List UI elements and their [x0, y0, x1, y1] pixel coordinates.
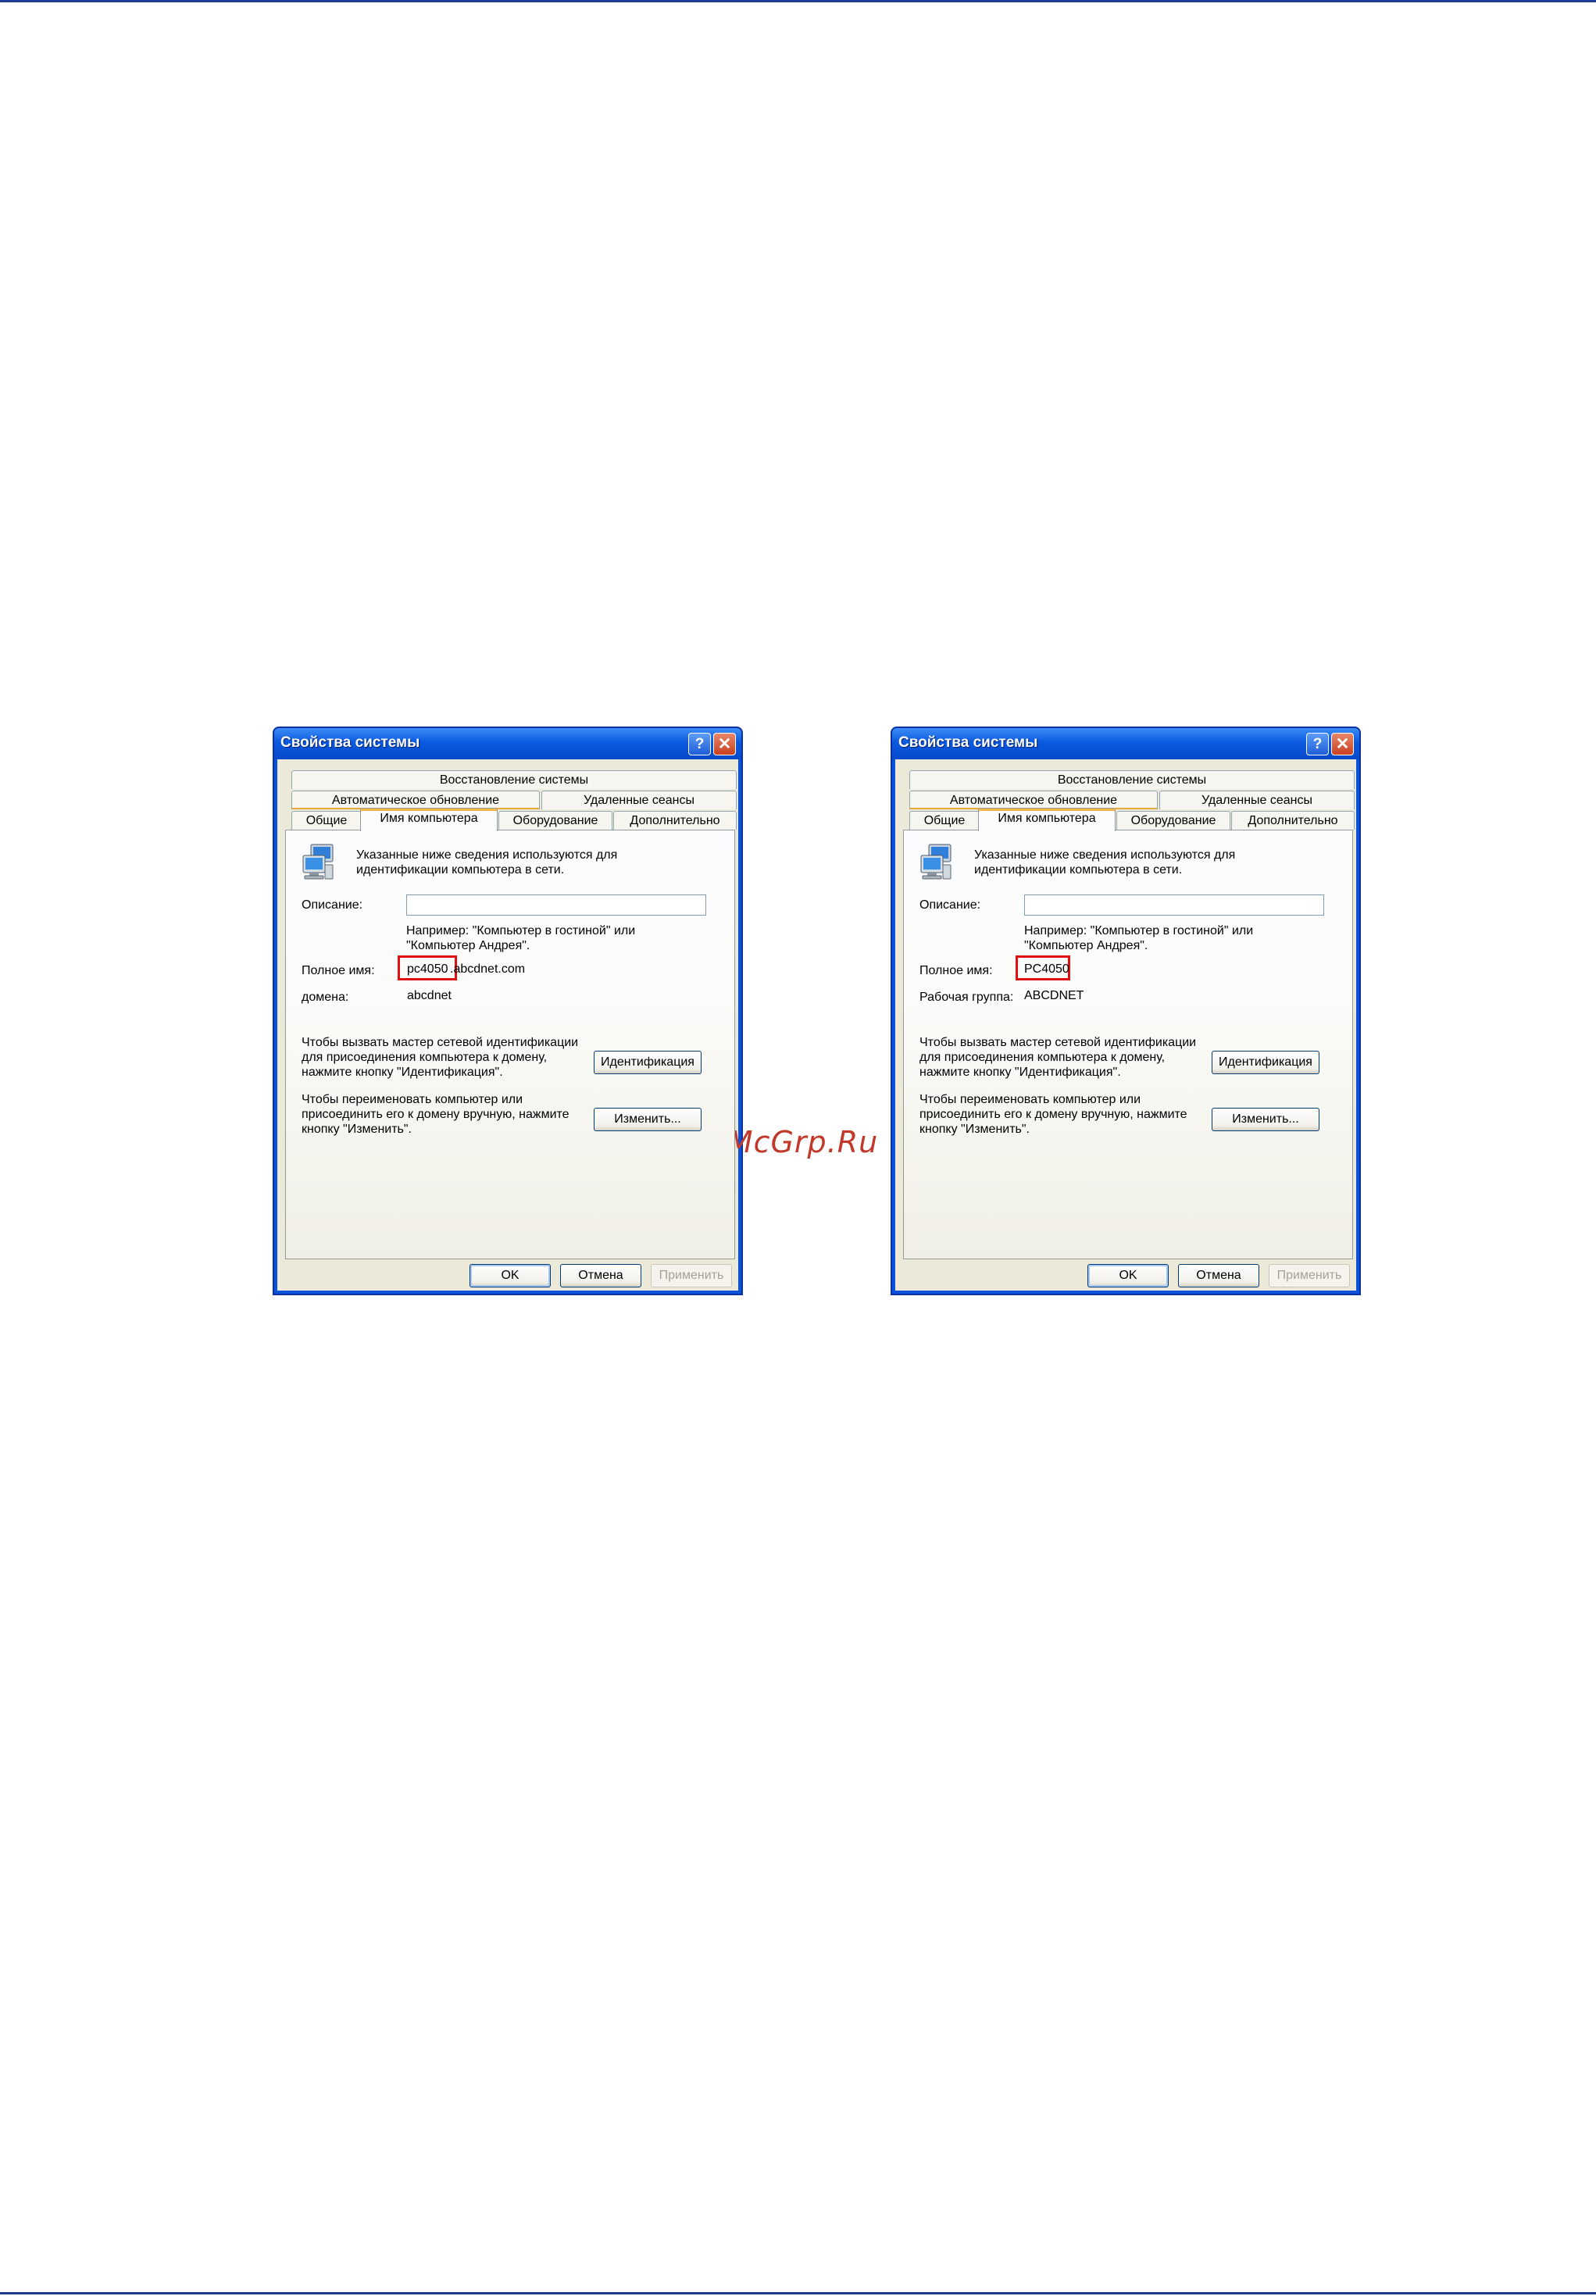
title-bar[interactable]: Свойства системы ? ✕	[274, 728, 741, 759]
wizard-text-line3: нажмите кнопку "Идентификация".	[302, 1066, 503, 1079]
domain-label: домена:	[302, 991, 349, 1004]
info-text-line1: Указанные ниже сведения используются для	[356, 848, 618, 862]
tab-computer-name[interactable]: Имя компьютера	[360, 808, 498, 831]
cancel-button[interactable]: Отмена	[1178, 1264, 1259, 1287]
tab-advanced[interactable]: Дополнительно	[1231, 811, 1355, 830]
ok-button[interactable]: OK	[470, 1264, 551, 1287]
system-properties-dialog-domain: Свойства системы ? ✕ Восстановление сист…	[273, 727, 743, 1295]
description-input[interactable]	[406, 894, 706, 916]
wizard-text-line2: для присоединения компьютера к домену,	[302, 1051, 548, 1064]
domain-value: abcdnet	[407, 989, 452, 1002]
example-text-line2: "Компьютер Андрея".	[1024, 939, 1148, 952]
computer-name-panel: Указанные ниже сведения используются для…	[903, 830, 1353, 1259]
help-icon: ?	[694, 735, 705, 752]
example-text-line1: Например: "Компьютер в гостиной" или	[406, 924, 636, 937]
rename-text-line2: присоединить его к домену вручную, нажми…	[919, 1108, 1187, 1121]
workgroup-value: ABCDNET	[1024, 989, 1084, 1002]
identification-button[interactable]: Идентификация	[1212, 1051, 1319, 1074]
tab-automatic-updates[interactable]: Автоматическое обновление	[291, 791, 540, 809]
wizard-text-line3: нажмите кнопку "Идентификация".	[919, 1066, 1121, 1079]
close-icon: ✕	[1335, 735, 1350, 753]
apply-button[interactable]: Применить	[1269, 1264, 1350, 1287]
full-name-label: Полное имя:	[919, 964, 993, 977]
computer-name-panel: Указанные ниже сведения используются для…	[285, 830, 735, 1259]
apply-button[interactable]: Применить	[651, 1264, 732, 1287]
tab-system-restore[interactable]: Восстановление системы	[291, 770, 737, 789]
change-button[interactable]: Изменить...	[594, 1108, 702, 1131]
wizard-text-line2: для присоединения компьютера к домену,	[919, 1051, 1166, 1064]
help-button[interactable]: ?	[1306, 733, 1329, 755]
title-bar[interactable]: Свойства системы ? ✕	[892, 728, 1359, 759]
tab-general[interactable]: Общие	[291, 811, 362, 830]
example-text-line1: Например: "Компьютер в гостиной" или	[1024, 924, 1254, 937]
wizard-text-line1: Чтобы вызвать мастер сетевой идентификац…	[919, 1036, 1197, 1049]
tab-system-restore[interactable]: Восстановление системы	[909, 770, 1355, 789]
tab-advanced[interactable]: Дополнительно	[613, 811, 737, 830]
description-label: Описание:	[302, 898, 363, 912]
system-properties-dialog-workgroup: Свойства системы ? ✕ Восстановление сист…	[891, 727, 1361, 1295]
full-name-host: PC4050	[1024, 962, 1069, 976]
close-button[interactable]: ✕	[1331, 733, 1354, 755]
close-icon: ✕	[717, 735, 732, 753]
info-text-line1: Указанные ниже сведения используются для	[974, 848, 1236, 862]
ok-button[interactable]: OK	[1087, 1264, 1169, 1287]
tab-hardware[interactable]: Оборудование	[1116, 811, 1230, 830]
full-name-host: pc4050	[407, 962, 448, 976]
info-text-line2: идентификации компьютера в сети.	[356, 863, 565, 877]
network-computers-icon	[920, 844, 952, 880]
wizard-text-line1: Чтобы вызвать мастер сетевой идентификац…	[302, 1036, 579, 1049]
tab-hardware[interactable]: Оборудование	[498, 811, 612, 830]
network-computers-icon	[302, 844, 334, 880]
tab-computer-name[interactable]: Имя компьютера	[978, 808, 1116, 831]
workgroup-label: Рабочая группа:	[919, 991, 1014, 1004]
full-name-domain-suffix: .abcdnet.com	[450, 962, 526, 976]
change-button[interactable]: Изменить...	[1212, 1108, 1319, 1131]
dialog-client-area: Восстановление системы Автоматическое об…	[277, 759, 738, 1291]
rename-text-line3: кнопку "Изменить".	[919, 1123, 1030, 1136]
tab-general[interactable]: Общие	[909, 811, 980, 830]
window-title: Свойства системы	[280, 734, 420, 751]
rename-text-line1: Чтобы переименовать компьютер или	[302, 1093, 523, 1106]
help-button[interactable]: ?	[688, 733, 711, 755]
info-text-line2: идентификации компьютера в сети.	[974, 863, 1183, 877]
description-label: Описание:	[919, 898, 981, 912]
cancel-button[interactable]: Отмена	[560, 1264, 641, 1287]
watermark-text: McGrp.Ru	[727, 1125, 879, 1159]
full-name-label: Полное имя:	[302, 964, 375, 977]
example-text-line2: "Компьютер Андрея".	[406, 939, 530, 952]
window-title: Свойства системы	[898, 734, 1038, 751]
identification-button[interactable]: Идентификация	[594, 1051, 702, 1074]
help-icon: ?	[1312, 735, 1323, 752]
tab-automatic-updates[interactable]: Автоматическое обновление	[909, 791, 1158, 809]
page-bottom-rule	[0, 2292, 1596, 2294]
tab-remote[interactable]: Удаленные сеансы	[541, 791, 737, 809]
rename-text-line2: присоединить его к домену вручную, нажми…	[302, 1108, 569, 1121]
page-top-rule	[0, 0, 1596, 2]
close-button[interactable]: ✕	[713, 733, 736, 755]
description-input[interactable]	[1024, 894, 1324, 916]
tab-remote[interactable]: Удаленные сеансы	[1159, 791, 1355, 809]
rename-text-line3: кнопку "Изменить".	[302, 1123, 412, 1136]
rename-text-line1: Чтобы переименовать компьютер или	[919, 1093, 1141, 1106]
dialog-client-area: Восстановление системы Автоматическое об…	[895, 759, 1356, 1291]
